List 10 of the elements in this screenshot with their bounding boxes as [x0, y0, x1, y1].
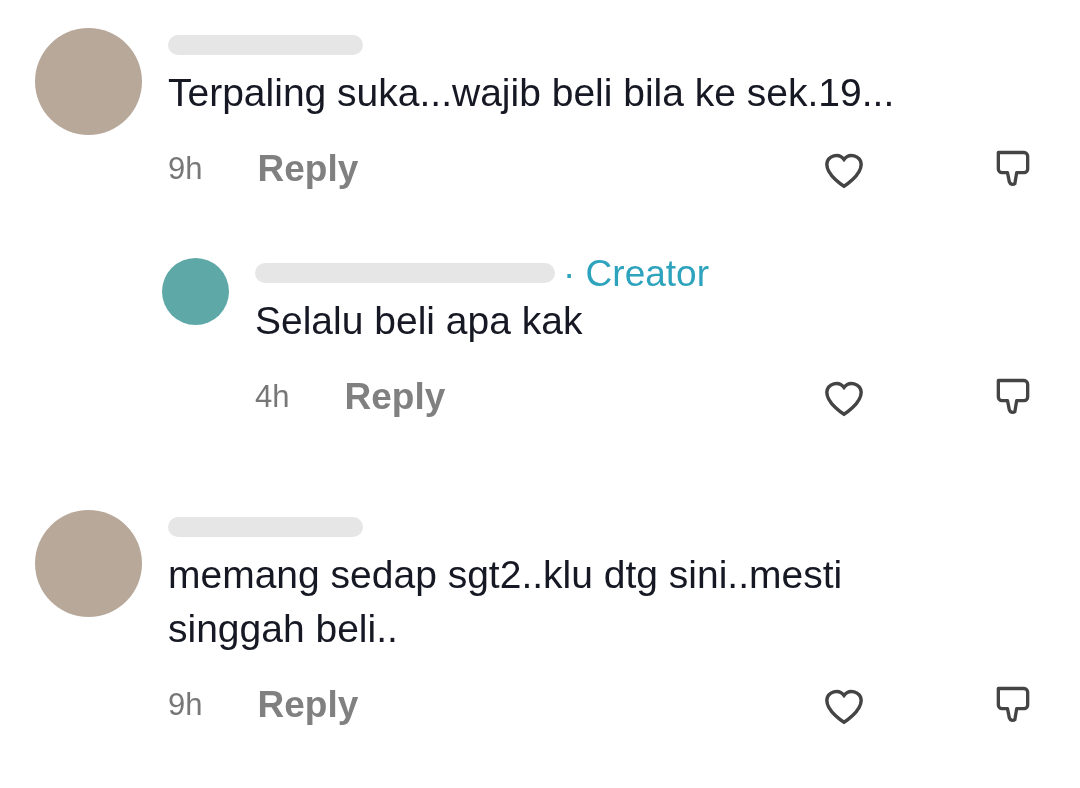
reply-button[interactable]: Reply — [257, 677, 359, 733]
comment-time: 9h — [168, 149, 203, 188]
reply-button[interactable]: Reply — [257, 141, 359, 197]
comment-time: 9h — [168, 685, 203, 724]
comment-text: Selalu beli apa kak — [255, 298, 584, 344]
comment-text: memang sedap sgt2..klu dtg sini..mesti singgah beli.. — [168, 552, 844, 652]
reply-button[interactable]: Reply — [344, 369, 446, 425]
creator-label: · Creator — [563, 254, 709, 292]
comment-text: Terpaling suka...wajib beli bila ke sek.19... — [168, 70, 896, 116]
comment-time: 4h — [255, 377, 290, 416]
